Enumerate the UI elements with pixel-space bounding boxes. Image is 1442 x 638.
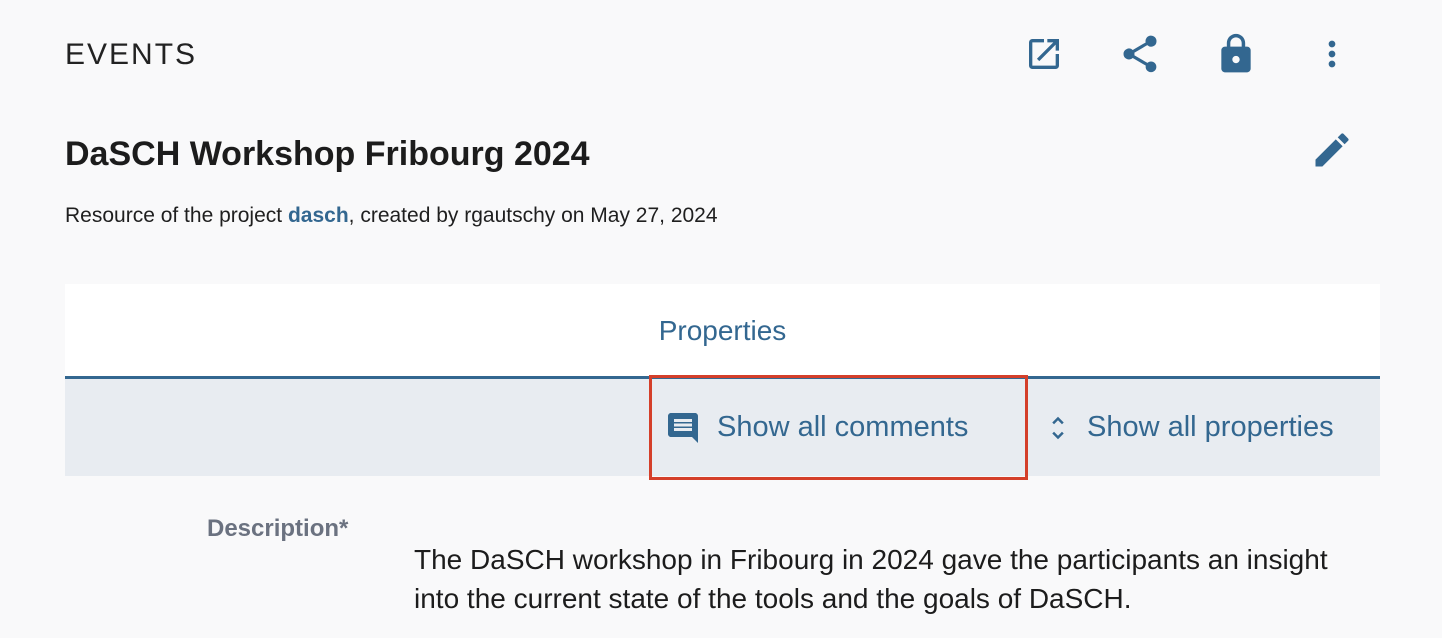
permissions-button[interactable] <box>1202 26 1270 82</box>
show-all-comments-label: Show all comments <box>717 411 969 443</box>
pencil-icon <box>1315 133 1349 167</box>
show-all-comments-button[interactable]: Show all comments <box>665 379 968 476</box>
property-label-description: Description* <box>207 515 349 542</box>
show-all-properties-button[interactable]: Show all properties <box>1043 379 1334 476</box>
show-all-properties-label: Show all properties <box>1087 411 1334 443</box>
unfold-more-icon <box>1052 416 1064 439</box>
resource-title: DaSCH Workshop Fribourg 2024 <box>65 135 590 173</box>
comment-icon <box>668 412 698 443</box>
open-in-new-tab-button[interactable] <box>1010 26 1078 82</box>
tab-bar: Properties <box>65 284 1380 377</box>
share-icon <box>1123 35 1157 73</box>
edit-title-button[interactable] <box>1304 122 1360 178</box>
properties-toolbar: Show all comments Show all properties <box>65 379 1380 476</box>
share-button[interactable] <box>1106 26 1174 82</box>
tab-properties-label: Properties <box>658 314 787 346</box>
tab-properties[interactable]: Properties <box>65 284 1380 377</box>
open-in-new-tab-icon <box>1029 39 1059 69</box>
header-actions <box>1010 26 1366 82</box>
resource-info: Resource of the project dasch, created b… <box>65 201 718 231</box>
property-value-description: The DaSCH workshop in Fribourg in 2024 g… <box>414 544 1328 614</box>
resource-info-suffix: , created by rgautschy on May 27, 2024 <box>348 204 718 227</box>
more-vert-icon <box>1328 40 1336 68</box>
project-link[interactable]: dasch <box>288 204 349 227</box>
lock-icon <box>1221 33 1251 73</box>
more-options-button[interactable] <box>1298 26 1366 82</box>
resource-info-prefix: Resource of the project <box>65 204 288 227</box>
resource-class-label: EVENTS <box>65 38 198 71</box>
